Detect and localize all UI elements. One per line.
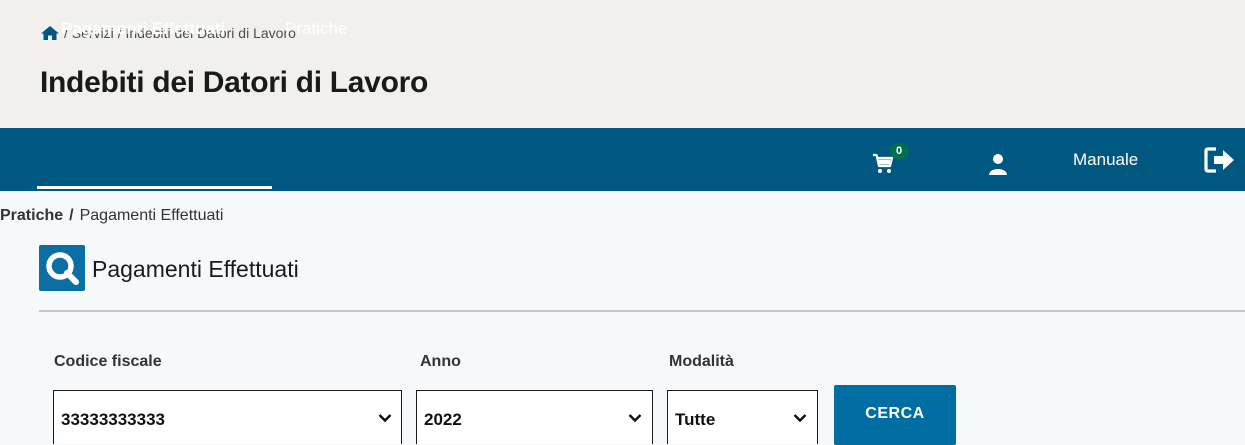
- divider: [39, 310, 1245, 312]
- section-title: Pagamenti Effettuati: [92, 256, 299, 282]
- anno-value: 2022: [424, 410, 462, 429]
- page-title: Indebiti dei Datori di Lavoro: [40, 66, 428, 99]
- sub-breadcrumb: Pratiche / Pagamenti Effettuati: [0, 207, 223, 225]
- modalita-select[interactable]: Tutte: [667, 390, 818, 444]
- search-button[interactable]: CERCA: [834, 385, 956, 445]
- manual-link[interactable]: Manuale: [1073, 128, 1138, 191]
- anno-label: Anno: [420, 353, 461, 370]
- active-tab-indicator: [37, 186, 272, 189]
- tab-pagamenti-effettuati[interactable]: Pagamenti Effettuati: [61, 0, 225, 63]
- codice-fiscale-select[interactable]: 33333333333: [53, 390, 402, 444]
- modalita-label: Modalità: [669, 353, 734, 370]
- user-icon[interactable]: [988, 152, 1008, 176]
- chevron-down-icon: [793, 414, 807, 423]
- cart-icon[interactable]: [872, 153, 894, 175]
- logout-icon[interactable]: [1204, 147, 1236, 173]
- codice-fiscale-value: 33333333333: [61, 410, 166, 429]
- chevron-down-icon: [378, 414, 392, 423]
- home-icon[interactable]: [40, 25, 60, 41]
- search-icon: [46, 252, 79, 285]
- tab-pratiche[interactable]: Pratiche: [285, 0, 347, 63]
- section-search-badge: [39, 245, 85, 291]
- navbar: [0, 128, 1245, 191]
- sub-breadcrumb-current: Pagamenti Effettuati: [79, 207, 224, 224]
- chevron-down-icon: [628, 414, 642, 423]
- anno-select[interactable]: 2022: [416, 390, 653, 444]
- cart-count-badge: 0: [890, 143, 908, 159]
- sub-breadcrumb-separator: /: [69, 207, 74, 224]
- modalita-value: Tutte: [675, 410, 716, 429]
- sub-breadcrumb-pratiche[interactable]: Pratiche: [0, 207, 63, 224]
- codice-fiscale-label: Codice fiscale: [54, 353, 162, 370]
